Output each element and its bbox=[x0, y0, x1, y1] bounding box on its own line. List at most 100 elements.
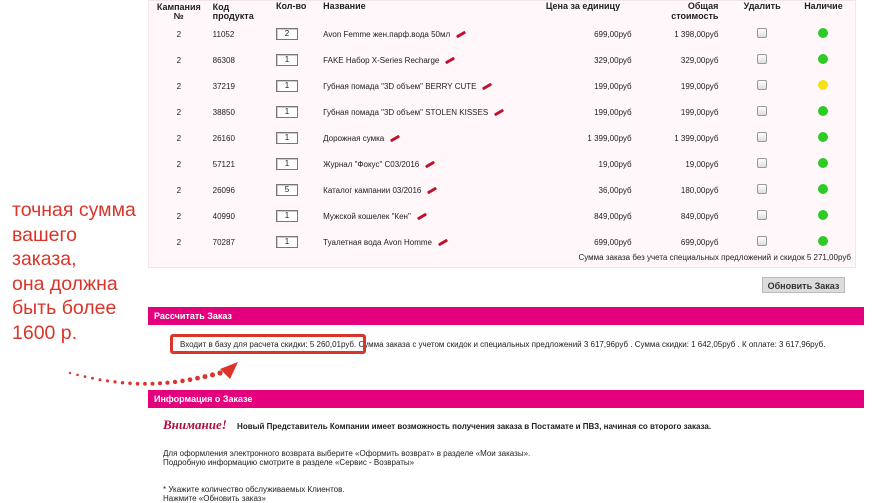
delete-checkbox[interactable] bbox=[757, 132, 768, 142]
annotation-line: быть более bbox=[12, 297, 117, 319]
table-row: 2 37219 1 Губная помада "3D объем" BERRY CU… bbox=[149, 73, 857, 99]
total-cell: 699,00руб bbox=[680, 237, 719, 247]
product-name: Губная помада "3D объем" STOLEN KISSES bbox=[323, 107, 489, 117]
unit-price-cell: 199,00руб bbox=[594, 107, 632, 117]
return-line-1: Для оформления электронного возврата выб… bbox=[163, 449, 531, 458]
quantity-input[interactable]: 1 bbox=[275, 236, 298, 248]
quantity-input[interactable]: 1 bbox=[275, 80, 298, 92]
delete-cell bbox=[734, 73, 790, 99]
arrow-dot bbox=[98, 378, 102, 382]
pencil-icon[interactable] bbox=[482, 82, 493, 91]
delete-checkbox[interactable] bbox=[757, 28, 768, 38]
qty-cell: 1 bbox=[272, 229, 319, 255]
header-unit-price: Цена за единицу bbox=[545, 1, 621, 11]
availability-dot bbox=[818, 80, 829, 90]
order-info-bar: Информация о Заказе bbox=[148, 390, 864, 408]
pencil-icon[interactable] bbox=[416, 212, 427, 221]
availability-dot bbox=[818, 158, 829, 168]
unit-price-cell: 19,00руб bbox=[598, 159, 632, 169]
name-cell: Губная помада "3D объем" BERRY CUTE bbox=[319, 73, 542, 99]
arrow-dot bbox=[187, 377, 193, 383]
quantity-input[interactable]: 1 bbox=[275, 54, 298, 66]
code-cell: 70287 bbox=[212, 237, 235, 247]
table-row: 2 70287 1 Туалетная вода Avon Homme 699,00ру… bbox=[149, 229, 857, 255]
calculation-rest-text: . Сумма заказа с учетом скидок и специал… bbox=[354, 340, 826, 349]
table-row: 2 26160 1 Дорожная сумка 1 399,00руб 1 399,00… bbox=[149, 125, 857, 151]
annotation-line: точная сумма bbox=[12, 199, 136, 221]
product-name: FAKE Набор X-Series Recharge bbox=[323, 55, 440, 65]
arrow-dot bbox=[68, 371, 72, 375]
arrow-dot bbox=[135, 381, 140, 386]
clients-line-1: * Укажите количество обслуживаемых Клиен… bbox=[163, 485, 345, 494]
update-order-button[interactable]: Обновить Заказ bbox=[762, 277, 845, 293]
availability-dot bbox=[818, 106, 829, 116]
quantity-input[interactable]: 5 bbox=[275, 184, 298, 196]
delete-checkbox[interactable] bbox=[757, 106, 768, 116]
name-cell: Мужской кошелек "Кен" bbox=[319, 203, 542, 229]
table-row: 2 40990 1 Мужской кошелек "Кен" 849,00руб 849… bbox=[149, 203, 857, 229]
quantity-input[interactable]: 1 bbox=[275, 132, 298, 144]
product-name: Губная помада "3D объем" BERRY CUTE bbox=[323, 81, 477, 91]
annotation-arrow bbox=[68, 362, 238, 386]
unit-price-cell: 36,00руб bbox=[598, 185, 632, 195]
availability-cell bbox=[790, 151, 857, 177]
availability-dot bbox=[818, 132, 829, 142]
pencil-icon[interactable] bbox=[390, 134, 401, 143]
qty-cell: 5 bbox=[272, 177, 319, 203]
clients-line-2: Нажмите «Обновить заказ» bbox=[163, 494, 266, 503]
arrow-dot bbox=[83, 375, 87, 378]
header-qty: Кол-во bbox=[275, 1, 307, 11]
delete-checkbox[interactable] bbox=[757, 236, 768, 246]
availability-cell bbox=[790, 47, 857, 73]
availability-cell bbox=[790, 203, 857, 229]
unit-price-cell: 329,00руб bbox=[594, 55, 632, 65]
table-row: 2 38850 1 Губная помада "3D объем" STOLEN K… bbox=[149, 99, 857, 125]
pencil-icon[interactable] bbox=[445, 56, 456, 65]
delete-checkbox[interactable] bbox=[757, 80, 768, 90]
header-availability: Наличие bbox=[804, 1, 843, 11]
availability-cell bbox=[790, 99, 857, 125]
availability-dot bbox=[818, 236, 829, 246]
delete-checkbox[interactable] bbox=[757, 184, 768, 194]
pencil-icon[interactable] bbox=[437, 238, 449, 247]
delete-checkbox[interactable] bbox=[757, 210, 768, 220]
order-summary-without-discounts: Сумма заказа без учета специальных предл… bbox=[578, 253, 851, 262]
total-cell: 1 398,00руб bbox=[674, 29, 719, 39]
pencil-icon[interactable] bbox=[456, 30, 467, 39]
order-items-panel: Кампания № Код продукта Кол-во Название … bbox=[148, 0, 856, 268]
pencil-icon[interactable] bbox=[427, 186, 438, 195]
arrow-dot bbox=[105, 379, 110, 383]
code-cell: 40990 bbox=[212, 211, 235, 221]
quantity-input[interactable]: 1 bbox=[275, 106, 298, 118]
arrow-dot bbox=[128, 381, 132, 386]
pencil-icon[interactable] bbox=[425, 160, 436, 169]
header-campaign: Кампания № bbox=[149, 1, 209, 21]
qty-cell: 1 bbox=[272, 151, 319, 177]
quantity-input[interactable]: 1 bbox=[275, 210, 298, 222]
annotation-line: вашего bbox=[12, 223, 78, 246]
table-row: 2 26096 5 Каталог кампании 03/2016 36,00руб 1… bbox=[149, 177, 857, 203]
code-cell: 86308 bbox=[212, 55, 235, 65]
availability-dot bbox=[818, 210, 829, 220]
code-cell: 26096 bbox=[212, 185, 235, 195]
unit-price-cell: 199,00руб bbox=[594, 81, 632, 91]
pencil-icon[interactable] bbox=[494, 108, 505, 117]
delete-checkbox[interactable] bbox=[757, 54, 768, 64]
attention-notice: Внимание! Новый Представитель Компании и… bbox=[163, 417, 711, 433]
delete-cell bbox=[734, 203, 790, 229]
order-info-title: Информация о Заказе bbox=[154, 394, 253, 404]
order-items-table: Кампания № Код продукта Кол-во Название … bbox=[149, 1, 857, 255]
header-delete: Удалить bbox=[743, 1, 781, 11]
name-cell: Туалетная вода Avon Homme bbox=[319, 229, 542, 255]
qty-cell: 2 bbox=[272, 21, 319, 47]
table-header-row: Кампания № Код продукта Кол-во Название … bbox=[149, 1, 857, 21]
delete-checkbox[interactable] bbox=[757, 158, 768, 168]
unit-price-cell: 849,00руб bbox=[594, 211, 632, 221]
table-row: 2 86308 1 FAKE Набор X-Series Recharge 329,0… bbox=[149, 47, 857, 73]
quantity-input[interactable]: 1 bbox=[275, 158, 298, 170]
total-cell: 199,00руб bbox=[680, 107, 719, 117]
quantity-input[interactable]: 2 bbox=[275, 28, 298, 40]
header-code-label2: продукта bbox=[212, 11, 254, 21]
campaign-cell: 2 bbox=[176, 159, 182, 169]
availability-cell bbox=[790, 125, 857, 151]
